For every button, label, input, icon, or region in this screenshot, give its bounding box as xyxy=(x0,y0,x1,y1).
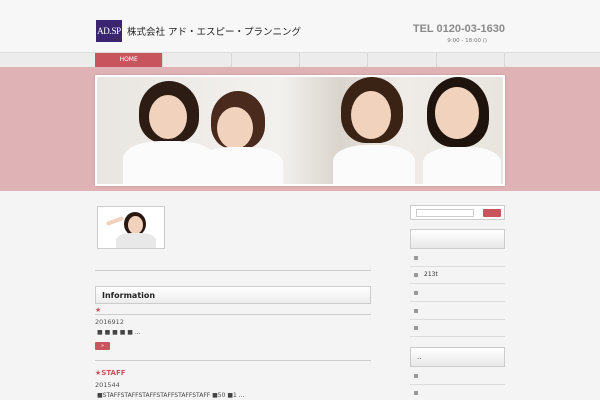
post-excerpt-2: ■STAFFSTAFFSTAFFSTAFFSTAFFSTAFF ■50 ■1 .… xyxy=(97,392,245,399)
nav-item-2[interactable] xyxy=(163,53,232,67)
post-date-1: 2016912 xyxy=(95,318,124,326)
sidebar-heading-1 xyxy=(410,229,505,249)
post-title-1[interactable]: ★ xyxy=(95,306,101,314)
sidebar-item[interactable] xyxy=(410,385,505,400)
sidebar-item[interactable] xyxy=(410,320,505,337)
sidebar-item[interactable]: 213t xyxy=(410,267,505,284)
content-divider xyxy=(95,270,371,271)
business-hours: 9:00 - 18:00 () xyxy=(447,38,487,44)
sidebar-heading-2: .. xyxy=(410,347,505,367)
read-more-button[interactable]: » xyxy=(95,342,110,350)
search-button[interactable] xyxy=(483,209,501,217)
sidebar-item[interactable] xyxy=(410,285,505,302)
post-divider xyxy=(95,314,371,315)
hero-person-2 xyxy=(197,85,287,184)
information-title: Information xyxy=(102,291,156,300)
nav-item-5[interactable] xyxy=(368,53,437,67)
search-input[interactable] xyxy=(416,209,474,217)
content-thumbnail[interactable] xyxy=(97,206,165,249)
nav-item-6[interactable] xyxy=(437,53,505,67)
hero-photo-collage xyxy=(97,77,503,184)
hero-person-4 xyxy=(417,77,503,184)
sidebar-item[interactable] xyxy=(410,303,505,320)
hero-image xyxy=(95,75,505,186)
logo[interactable]: AD.SP xyxy=(96,20,122,42)
information-heading: Information xyxy=(95,286,371,304)
company-name[interactable]: 株式会社 アド・エスピー・プランニング xyxy=(127,24,301,38)
post-title-2[interactable]: ★STAFF xyxy=(95,369,126,377)
post-divider xyxy=(95,360,371,361)
post-date-2: 201544 xyxy=(95,381,120,389)
search-box xyxy=(410,205,505,220)
hero-person-3 xyxy=(329,77,419,184)
global-nav: HOME xyxy=(0,52,600,67)
phone-number: TEL 0120-03-1630 xyxy=(412,23,505,35)
sidebar-item[interactable] xyxy=(410,250,505,267)
nav-item-4[interactable] xyxy=(300,53,369,67)
post-excerpt-1: ■ ■ ■ ■ ■ ... xyxy=(97,329,141,336)
nav-item-3[interactable] xyxy=(232,53,300,67)
nav-item-home[interactable]: HOME xyxy=(95,53,164,67)
sidebar-item[interactable] xyxy=(410,368,505,385)
site-header: AD.SP 株式会社 アド・エスピー・プランニング TEL 0120-03-16… xyxy=(0,0,600,52)
